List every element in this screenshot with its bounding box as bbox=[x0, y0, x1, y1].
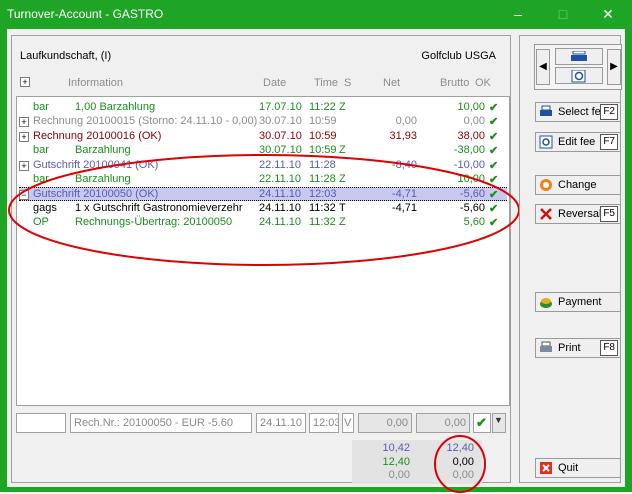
annotation-ellipse-totals bbox=[434, 435, 486, 493]
net-cell: 0,00 bbox=[395, 115, 417, 128]
brutto-cell: 38,00 bbox=[457, 129, 485, 142]
next-arrow-icon[interactable]: ▶ bbox=[607, 49, 621, 85]
date-field[interactable]: 24.11.10 bbox=[256, 413, 306, 433]
info-detail: 1,00 Barzahlung bbox=[75, 101, 156, 113]
search-document-icon bbox=[539, 135, 553, 149]
account-panel: Laufkundschaft, (I) Golfclub USGA + Info… bbox=[8, 35, 520, 493]
time-cell: 10:59 bbox=[309, 129, 337, 142]
printer-icon bbox=[540, 105, 552, 116]
ok-check-icon: ✔ bbox=[489, 116, 499, 129]
info-text: Rechnung 20100015 (Storno: 24.11.10 - 0,… bbox=[33, 115, 258, 128]
net-field[interactable]: 0,00 bbox=[358, 413, 412, 433]
date-cell: 30.07.10 bbox=[259, 115, 302, 128]
cross-icon bbox=[540, 208, 552, 220]
status-cell: Z bbox=[339, 101, 346, 113]
navigation-group: ◀ ▶ bbox=[534, 44, 622, 90]
total-net-2: 12,40 bbox=[382, 456, 410, 468]
exit-icon bbox=[540, 462, 552, 474]
printer-icon[interactable] bbox=[555, 48, 603, 65]
print-key: F8 bbox=[600, 340, 618, 356]
brutto-cell: 0,00 bbox=[463, 115, 485, 128]
date-cell: 17.07.10 bbox=[259, 101, 302, 113]
reversal-button[interactable]: Reversal F5 bbox=[535, 204, 621, 224]
invoice-field[interactable]: Rech.Nr.: 20100050 - EUR -5.60 bbox=[70, 413, 252, 433]
status-field[interactable]: V bbox=[342, 413, 354, 433]
col-information[interactable]: Information bbox=[68, 77, 123, 89]
reversal-key: F5 bbox=[600, 206, 618, 222]
quit-label: Quit bbox=[558, 462, 579, 474]
payment-button[interactable]: Payment bbox=[535, 292, 621, 312]
select-fee-key: F2 bbox=[600, 104, 618, 120]
client-area: Laufkundschaft, (I) Golfclub USGA + Info… bbox=[7, 29, 625, 493]
total-net-1: 10,42 bbox=[382, 442, 410, 454]
dropdown-arrow-icon[interactable]: ▼ bbox=[492, 413, 506, 433]
list-item[interactable]: bar 1,00 Barzahlung 17.07.10 11:22 Z 10,00 ✔ bbox=[19, 101, 507, 115]
quit-button[interactable]: Quit bbox=[535, 458, 621, 478]
window: Turnover-Account - GASTRO – □ ✕ Laufkund… bbox=[0, 0, 632, 493]
col-net[interactable]: Net bbox=[383, 77, 400, 89]
brutto-cell: 10,00 bbox=[457, 101, 485, 113]
close-button[interactable]: ✕ bbox=[588, 2, 628, 26]
title-bar[interactable]: Turnover-Account - GASTRO – □ ✕ bbox=[0, 0, 632, 29]
select-fee-button[interactable]: Select fee F2 bbox=[535, 102, 621, 122]
brutto-field[interactable]: 0,00 bbox=[416, 413, 470, 433]
annotation-ellipse-list bbox=[8, 154, 520, 266]
customer-name: Laufkundschaft, (I) bbox=[20, 50, 112, 62]
print-label: Print bbox=[558, 342, 581, 354]
prev-arrow-icon[interactable]: ◀ bbox=[536, 49, 550, 85]
expander-icon[interactable]: + bbox=[19, 117, 29, 128]
print-button[interactable]: Print F8 bbox=[535, 338, 621, 358]
ok-check-icon[interactable]: ✔ bbox=[473, 413, 491, 433]
time-cell: 10:59 bbox=[309, 115, 337, 128]
date-cell: 30.07.10 bbox=[259, 129, 302, 142]
ok-check-icon: ✔ bbox=[489, 130, 499, 143]
net-cell: 31,93 bbox=[389, 129, 417, 142]
total-net-3: 0,00 bbox=[388, 469, 410, 481]
col-brutto[interactable]: Brutto bbox=[440, 77, 469, 89]
money-icon bbox=[540, 298, 552, 308]
time-field[interactable]: 12:03 bbox=[309, 413, 339, 433]
edit-fee-button[interactable]: Edit fee F7 bbox=[535, 132, 621, 152]
edit-fee-label: Edit fee bbox=[558, 136, 596, 148]
reversal-label: Reversal bbox=[558, 208, 602, 220]
col-time[interactable]: Time bbox=[314, 77, 338, 89]
info-text: bar bbox=[33, 101, 49, 113]
minimize-button[interactable]: – bbox=[498, 2, 538, 26]
edit-fee-key: F7 bbox=[600, 134, 618, 150]
action-panel: ◀ ▶ Select fee F2 Edit fee F7 Change Rev… bbox=[519, 35, 622, 483]
col-ok[interactable]: OK bbox=[475, 77, 491, 89]
window-title: Turnover-Account - GASTRO bbox=[7, 7, 164, 21]
payment-label: Payment bbox=[558, 296, 602, 308]
maximize-button[interactable]: □ bbox=[543, 2, 583, 26]
time-cell: 11:22 bbox=[309, 101, 336, 113]
list-item[interactable]: + Rechnung 20100016 (OK) 30.07.10 10:59 31,9… bbox=[19, 130, 507, 144]
info-text: Rechnung 20100016 (OK) bbox=[33, 129, 162, 142]
expander-icon[interactable]: + bbox=[19, 131, 29, 142]
printer-icon bbox=[540, 341, 552, 352]
entry-field[interactable] bbox=[16, 413, 66, 433]
col-date[interactable]: Date bbox=[263, 77, 286, 89]
list-item[interactable]: + Rechnung 20100015 (Storno: 24.11.10 - 0… bbox=[19, 115, 507, 129]
expand-all-icon[interactable]: + bbox=[20, 77, 30, 87]
change-button[interactable]: Change bbox=[535, 175, 621, 195]
change-circle-icon bbox=[540, 179, 552, 191]
club-name: Golfclub USGA bbox=[421, 50, 496, 62]
search-document-icon[interactable] bbox=[555, 67, 603, 84]
ok-check-icon: ✔ bbox=[489, 102, 499, 114]
change-label: Change bbox=[558, 179, 597, 191]
col-s[interactable]: S bbox=[344, 77, 351, 89]
